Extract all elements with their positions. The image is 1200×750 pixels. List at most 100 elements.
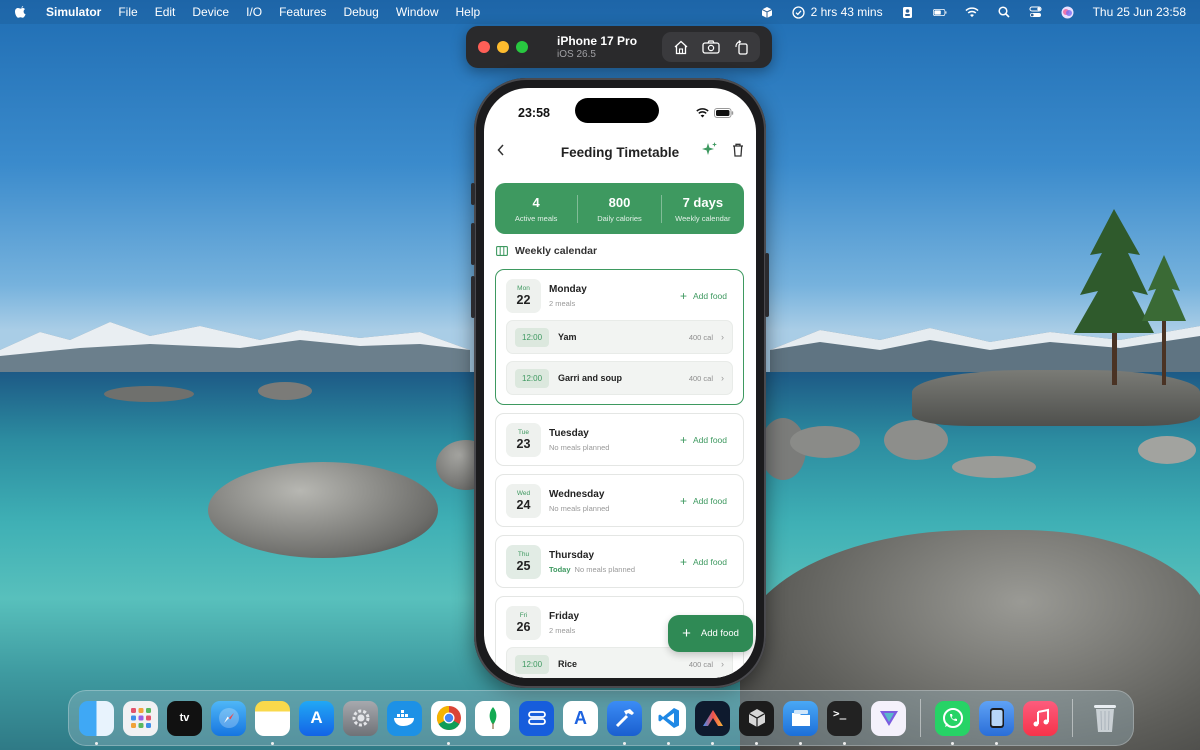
boulder: [952, 456, 1036, 478]
add-food-label: Add food: [692, 291, 727, 301]
cube-icon[interactable]: [760, 5, 774, 19]
stat-value: 4: [532, 194, 540, 210]
running-indicator: [951, 741, 954, 745]
side-button: [765, 253, 769, 317]
vscode-icon[interactable]: [651, 700, 686, 745]
docker-icon[interactable]: [387, 700, 422, 736]
menu-device[interactable]: Device: [192, 5, 229, 19]
music-icon[interactable]: [1023, 700, 1058, 736]
ai-suggest-button[interactable]: [701, 141, 718, 163]
xcode-icon[interactable]: [607, 700, 642, 745]
plus-icon: +: [679, 433, 687, 447]
antigravity-icon[interactable]: [695, 700, 730, 745]
day-abbr: Wed: [516, 490, 531, 497]
simulator-icon[interactable]: [979, 700, 1014, 745]
day-card-wednesday[interactable]: Wed 24 Wednesday No meals planned + Add …: [495, 474, 744, 527]
wifi-icon: [696, 108, 709, 118]
system-settings-icon[interactable]: [343, 700, 378, 736]
siri-icon[interactable]: [1061, 5, 1075, 19]
menu-io[interactable]: I/O: [246, 5, 262, 19]
app-menu[interactable]: Simulator: [46, 5, 101, 19]
day-number: 26: [516, 620, 531, 634]
app-store-glyph: A: [310, 708, 323, 727]
minimize-window-button[interactable]: [497, 41, 509, 53]
stat-active-meals: 4 Active meals: [495, 195, 577, 223]
control-center-icon[interactable]: [1029, 5, 1043, 19]
day-name: Tuesday: [549, 428, 589, 439]
action-button: [471, 183, 475, 205]
launchpad-icon[interactable]: [123, 700, 158, 736]
running-indicator: [271, 741, 274, 745]
shield-bars-icon: [527, 711, 546, 725]
delete-button[interactable]: [732, 143, 744, 162]
stat-daily-calories: 800 Daily calories: [578, 195, 660, 223]
running-indicator: [799, 741, 802, 745]
battery-icon[interactable]: [932, 5, 947, 19]
menu-window[interactable]: Window: [396, 5, 439, 19]
trash-icon[interactable]: [1087, 701, 1122, 736]
meal-row[interactable]: 12:00 Garri and soup 400 cal ›: [506, 361, 733, 395]
date-badge: Tue 23: [506, 423, 541, 457]
apple-tv-icon[interactable]: tv: [167, 700, 202, 736]
volume-up-button: [471, 223, 475, 265]
day-subtitle: No meals planned: [549, 504, 610, 513]
date-badge: Wed 24: [506, 484, 541, 518]
zoom-window-button[interactable]: [516, 41, 528, 53]
boulder: [258, 382, 312, 400]
apple-menu-icon[interactable]: [14, 5, 28, 19]
dock: tv A A >_: [68, 690, 1134, 746]
running-indicator: [95, 741, 98, 745]
add-food-button[interactable]: + Add food: [680, 290, 733, 302]
spotlight-search-icon[interactable]: [997, 5, 1011, 19]
add-food-button[interactable]: + Add food: [679, 433, 733, 447]
tv-glyph: tv: [179, 712, 190, 724]
cursor-icon[interactable]: [739, 700, 774, 745]
boulder: [1138, 436, 1196, 464]
terminal-icon[interactable]: >_: [827, 700, 862, 745]
add-food-button[interactable]: + Add food: [680, 556, 733, 568]
finder-icon[interactable]: [79, 700, 114, 745]
back-button[interactable]: [496, 143, 506, 162]
day-subtitle: No meals planned: [549, 443, 610, 452]
meal-row[interactable]: 12:00 Yam 400 cal ›: [506, 320, 733, 354]
date-badge: Fri 26: [506, 606, 541, 640]
chevron-right-icon: ›: [721, 373, 724, 383]
notes-icon[interactable]: [255, 700, 290, 745]
proton-vpn-icon[interactable]: [871, 700, 906, 736]
running-indicator: [755, 741, 758, 745]
day-card-tuesday[interactable]: Tue 23 Tuesday No meals planned + Add fo…: [495, 413, 744, 466]
date-badge: Mon 22: [506, 279, 541, 313]
battery-icon: [714, 108, 734, 118]
day-card-monday[interactable]: Mon 22 Monday 2 meals + Add food 12:00 Y…: [495, 269, 744, 405]
home-button[interactable]: [668, 36, 694, 58]
id-badge-icon[interactable]: [901, 5, 915, 19]
day-abbr: Mon: [517, 285, 530, 292]
whatsapp-icon[interactable]: [935, 700, 970, 745]
menu-file[interactable]: File: [118, 5, 137, 19]
add-food-button[interactable]: + Add food: [680, 495, 733, 507]
rotate-button[interactable]: [728, 36, 754, 58]
device-name: iPhone 17 Pro: [557, 34, 638, 48]
menu-debug[interactable]: Debug: [343, 5, 378, 19]
chrome-icon[interactable]: [431, 700, 466, 745]
battery-time-widget[interactable]: 2 hrs 43 mins: [792, 5, 883, 19]
battery-time-text: 2 hrs 43 mins: [810, 5, 883, 19]
menu-edit[interactable]: Edit: [155, 5, 176, 19]
meal-calories: 400 cal: [688, 659, 713, 669]
day-number: 22: [516, 293, 531, 307]
close-window-button[interactable]: [478, 41, 490, 53]
altstore-icon[interactable]: A: [563, 700, 598, 736]
day-card-thursday[interactable]: Thu 25 Thursday Today No meals planned + …: [495, 535, 744, 588]
menu-help[interactable]: Help: [456, 5, 481, 19]
files-icon[interactable]: [783, 700, 818, 745]
home-icon: [674, 40, 688, 54]
app-store-icon[interactable]: A: [299, 700, 334, 736]
bitwarden-icon[interactable]: [519, 700, 554, 736]
clock[interactable]: Thu 25 Jun 23:58: [1093, 5, 1186, 19]
mongodb-icon[interactable]: [475, 700, 510, 736]
screenshot-button[interactable]: [698, 36, 724, 58]
add-food-fab[interactable]: + Add food: [668, 615, 753, 652]
menu-features[interactable]: Features: [279, 5, 326, 19]
safari-icon[interactable]: [211, 700, 246, 736]
wifi-icon[interactable]: [965, 5, 979, 19]
